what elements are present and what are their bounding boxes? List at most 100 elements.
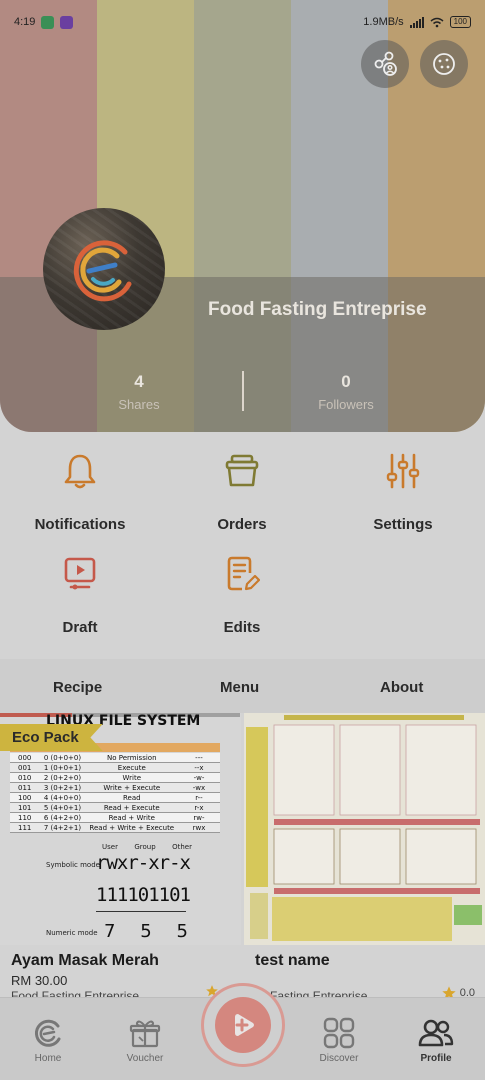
create-button[interactable] <box>201 983 285 1067</box>
battery-icon: 100 <box>449 16 471 28</box>
permission-cell: Execute <box>117 764 146 772</box>
share-profile-icon <box>374 51 397 76</box>
notifications-label: Notifications <box>34 516 126 533</box>
mindmap-thumbnail <box>244 713 485 945</box>
shares-count: 4 <box>134 372 144 391</box>
permission-cell: 101 <box>18 804 32 812</box>
permission-cell: -w- <box>193 774 205 782</box>
video-draft-icon <box>64 557 96 590</box>
permission-row: 111 7 (4+2+1) Read + Write + Execute rwx <box>10 823 220 833</box>
nav-discover[interactable]: Discover <box>299 1016 379 1064</box>
nav-home-label: Home <box>34 1053 62 1064</box>
basket-icon <box>225 454 259 487</box>
permission-cell: -wx <box>192 784 206 792</box>
permission-row: 010 2 (0+2+0) Write -w- <box>10 773 220 783</box>
status-bar: 4:19 1.9MB/s 100 <box>0 0 485 44</box>
permission-cell: 7 (4+2+1) <box>43 824 82 832</box>
people-icon <box>418 1019 454 1047</box>
draft-label: Draft <box>62 619 98 636</box>
permission-cell: Write + Execute <box>103 784 161 792</box>
permission-cell: rwx <box>192 824 206 832</box>
permission-cell: r-x <box>194 804 204 812</box>
permission-cell: Read + Execute <box>103 804 160 812</box>
permission-cell: Read + Write <box>108 814 155 822</box>
followers-label: Followers <box>318 397 374 412</box>
permission-cell: 110 <box>18 814 32 822</box>
permission-row: 000 0 (0+0+0) No Permission --- <box>10 753 220 763</box>
permission-cell: 000 <box>18 754 32 762</box>
tab-menu[interactable]: Menu <box>220 679 259 696</box>
notifications-button[interactable]: Notifications <box>0 450 160 533</box>
twitch-icon <box>60 15 74 29</box>
permission-cell: Read + Write + Execute <box>89 824 175 832</box>
whatsapp-icon <box>41 15 55 29</box>
bell-icon <box>64 454 96 489</box>
permission-cell: 2 (0+2+0) <box>43 774 82 782</box>
sliders-icon <box>386 453 420 489</box>
group-label: Group <box>134 843 156 851</box>
numeric-digit: 5 <box>176 921 188 942</box>
settings-label: Settings <box>373 516 433 533</box>
gift-icon <box>129 1020 161 1048</box>
nav-discover-label: Discover <box>319 1053 359 1064</box>
stats-divider <box>242 371 244 411</box>
orders-label: Orders <box>217 516 267 533</box>
permission-cell: --x <box>194 764 204 772</box>
cookie-button[interactable] <box>420 40 468 88</box>
network-speed: 1.9MB/s <box>363 16 404 28</box>
permission-cell: 5 (4+0+1) <box>43 804 82 812</box>
permission-cell: 6 (4+2+0) <box>43 814 82 822</box>
permission-row: 001 1 (0+0+1) Execute --x <box>10 763 220 773</box>
symbolic-value: rwxr-xr-x <box>96 852 191 874</box>
card-price: RM 30.00 <box>11 973 68 988</box>
recipe-card[interactable]: LINUX FILE SYSTEM 000 0 (0+0+0) No Permiss… <box>0 713 241 1003</box>
numeric-label: Numeric mode <box>46 929 98 937</box>
edit-document-icon <box>227 556 260 591</box>
permission-row: 101 5 (4+0+1) Read + Execute r-x <box>10 803 220 813</box>
card-title: Ayam Masak Merah <box>11 952 159 969</box>
numeric-digit: 5 <box>140 921 152 942</box>
nav-profile[interactable]: Profile <box>396 1016 476 1064</box>
numeric-digit: 7 <box>104 921 116 942</box>
eco-pack-badge: Eco Pack <box>0 724 103 751</box>
shares-stat[interactable]: 4 Shares <box>79 372 199 412</box>
tab-recipe[interactable]: Recipe <box>53 679 102 696</box>
nav-voucher[interactable]: Voucher <box>105 1016 185 1064</box>
permission-table: 000 0 (0+0+0) No Permission --- 001 1 (0+0+1)… <box>10 753 220 833</box>
edits-button[interactable]: Edits <box>162 553 322 636</box>
permission-cell: Write <box>122 774 142 782</box>
permission-row: 110 6 (4+2+0) Read + Write rw- <box>10 813 220 823</box>
orders-button[interactable]: Orders <box>162 450 322 533</box>
permission-cell: rw- <box>193 814 205 822</box>
settings-button[interactable]: Settings <box>323 450 483 533</box>
recipe-image <box>244 713 485 945</box>
content-tabs: Recipe Menu About <box>0 659 485 713</box>
permission-cell: 1 (0+0+1) <box>43 764 82 772</box>
recipe-card[interactable]: test name d Fasting Entreprise 0.0 <box>244 713 485 1003</box>
followers-count: 0 <box>341 372 351 391</box>
nav-voucher-label: Voucher <box>126 1053 164 1064</box>
grid-icon <box>323 1017 355 1049</box>
signal-icon <box>409 16 424 28</box>
group-label: User <box>102 843 118 851</box>
share-profile-button[interactable] <box>361 40 409 88</box>
card-title: test name <box>255 952 330 969</box>
draft-button[interactable]: Draft <box>0 553 160 636</box>
group-label: Other <box>172 843 192 851</box>
permission-cell: Read <box>122 794 141 802</box>
permission-cell: 001 <box>18 764 32 772</box>
permission-cell: 4 (4+0+0) <box>43 794 82 802</box>
binary-value: 111101101 <box>96 884 191 906</box>
tab-about[interactable]: About <box>380 679 423 696</box>
followers-stat[interactable]: 0 Followers <box>286 372 406 412</box>
shares-label: Shares <box>118 397 160 412</box>
add-play-icon <box>235 1014 254 1036</box>
nav-home[interactable]: Home <box>8 1016 88 1064</box>
symbolic-label: Symbolic mode <box>46 861 100 869</box>
nav-profile-label: Profile <box>420 1053 452 1064</box>
permission-row: 011 3 (0+2+1) Write + Execute -wx <box>10 783 220 793</box>
brand-logo-icon <box>73 240 132 302</box>
permission-cell: --- <box>195 754 203 762</box>
permission-row: 100 4 (4+0+0) Read r-- <box>10 793 220 803</box>
avatar[interactable] <box>43 208 165 330</box>
